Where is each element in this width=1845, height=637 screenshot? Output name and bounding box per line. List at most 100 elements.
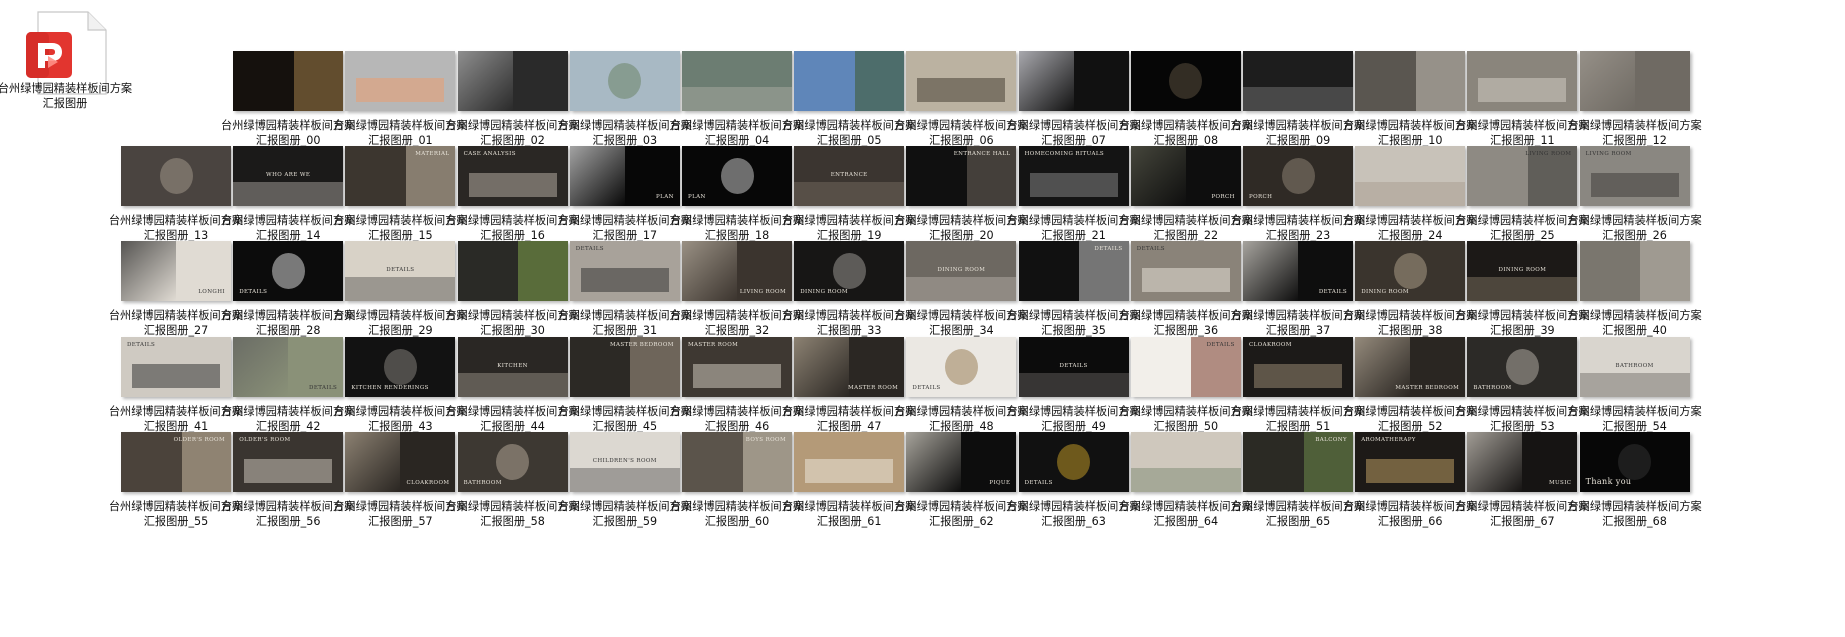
image-file-item[interactable]: Thank you 台州绿博园精装样板间方案汇报图册_68 [1567, 431, 1712, 544]
image-thumbnail [457, 51, 568, 111]
thumbnail-art [1018, 372, 1129, 397]
image-thumbnail: LIVING ROOM [1467, 146, 1578, 207]
thumbnail-caption: OLDER'S ROOM [173, 436, 225, 443]
thumbnail-art [1281, 158, 1315, 195]
image-thumbnail [569, 51, 680, 111]
image-thumbnail [1018, 51, 1129, 111]
image-thumbnail: DETAILS [233, 241, 344, 302]
thumbnail-art [580, 268, 669, 293]
thumbnail-caption: CHILDREN'S ROOM [592, 457, 657, 464]
thumbnail-caption: DINING ROOM [937, 267, 986, 274]
image-thumbnail [682, 51, 792, 111]
image-thumbnail: LONGHI [121, 241, 231, 302]
image-thumbnail [1355, 51, 1466, 111]
thumbnail-art [794, 182, 905, 207]
image-thumbnail: DINING ROOM [1355, 241, 1466, 302]
thumbnail-art [457, 51, 513, 111]
image-thumbnail: ENTRANCE HALL [906, 146, 1017, 207]
thumbnail-art [854, 51, 905, 111]
file-label: 台州绿博园精装样板间方案汇报图册_12 [1567, 119, 1702, 147]
thumbnail-art [1505, 348, 1539, 385]
thumbnail-caption: DETAILS [912, 384, 941, 391]
image-thumbnail: MASTER BEDROOM [1355, 336, 1466, 397]
image-thumbnail: OLDER'S ROOM [233, 431, 344, 492]
image-thumbnail: OLDER'S ROOM [121, 431, 231, 492]
thumbnail-art [271, 253, 305, 290]
image-thumbnail [1243, 51, 1353, 111]
file-label: 台州绿博园精装样板间方案汇报图册 [0, 82, 133, 110]
thumbnail-caption: OLDER'S ROOM [239, 436, 291, 443]
thumbnail-art [1590, 173, 1679, 198]
thumbnail-art [1169, 63, 1203, 99]
image-thumbnail [1355, 146, 1466, 207]
thumbnail-art [496, 443, 530, 480]
image-thumbnail [1130, 431, 1241, 492]
thumbnail-caption: WHO ARE WE [266, 172, 311, 179]
thumbnail-art [457, 372, 568, 397]
thumbnail-caption: CLOAKROOM [406, 479, 450, 486]
thumbnail-caption: DETAILS [1059, 362, 1088, 369]
thumbnail-art [1057, 443, 1091, 480]
thumbnail-caption: PIQUE [989, 479, 1011, 486]
image-thumbnail [457, 241, 568, 302]
thumbnail-caption: DETAILS [386, 267, 415, 274]
thumbnail-caption: DINING ROOM [1498, 267, 1547, 274]
image-thumbnail: AROMATHERAPY [1355, 431, 1466, 492]
thumbnail-art [518, 241, 568, 302]
file-label: 台州绿博园精装样板间方案汇报图册_26 [1567, 214, 1702, 243]
thumbnail-art [1243, 87, 1353, 111]
image-thumbnail: MATERIAL [345, 146, 456, 207]
image-thumbnail [794, 51, 905, 111]
thumbnail-caption: MASTER BEDROOM [609, 341, 674, 348]
thumbnail-art [159, 158, 193, 195]
thumbnail-art [132, 363, 220, 388]
thumbnail-caption: BATHROOM [1473, 384, 1512, 391]
thumbnail-caption: DETAILS [309, 384, 338, 391]
thumbnail-caption: ENTRANCE HALL [953, 151, 1011, 158]
image-thumbnail: HOMECOMING RITUALS [1018, 146, 1129, 207]
image-thumbnail: PORCH [1243, 146, 1353, 207]
thumbnail-caption: BOYS ROOM [745, 436, 786, 443]
image-thumbnail: WHO ARE WE [233, 146, 344, 207]
image-thumbnail: PORCH [1130, 146, 1241, 207]
thumbnail-caption: DETAILS [1094, 246, 1123, 253]
image-thumbnail: DETAILS [121, 336, 231, 397]
thumbnail-caption: LIVING ROOM [1525, 151, 1572, 158]
thumbnail-caption: MASTER BEDROOM [1395, 384, 1460, 391]
image-thumbnail: MASTER ROOM [794, 336, 905, 397]
thumbnail-caption: LIVING ROOM [1585, 151, 1632, 158]
thumbnail-art [794, 336, 850, 397]
image-thumbnail [345, 51, 456, 111]
thumbnail-art [1130, 146, 1186, 207]
image-thumbnail: ENTRANCE [794, 146, 905, 207]
pdf-file-item[interactable]: 台州绿博园精装样板间方案汇报图册 [0, 11, 142, 126]
thumbnail-caption: KITCHEN [497, 362, 528, 369]
image-thumbnail: DINING ROOM [794, 241, 905, 302]
thumbnail-caption: DETAILS [1206, 341, 1235, 348]
thumbnail-caption: PLAN [688, 194, 706, 201]
image-thumbnail: KITCHEN RENDERINGS [345, 336, 456, 397]
thumbnail-art [1618, 443, 1652, 480]
file-label: 台州绿博园精装样板间方案汇报图册_40 [1567, 309, 1702, 338]
thumbnail-art [1467, 431, 1523, 492]
thumbnail-caption: PLAN [656, 194, 674, 201]
image-thumbnail: PLAN [682, 146, 792, 207]
thumbnail-art [832, 253, 866, 290]
image-thumbnail: CASE ANALYSIS [457, 146, 568, 207]
thumbnail-art [1415, 51, 1466, 111]
thumbnail-art [468, 173, 557, 198]
image-thumbnail: DETAILS [1130, 241, 1241, 302]
thumbnail-caption: ENTRANCE [830, 172, 868, 179]
thumbnail-art [233, 336, 289, 397]
image-thumbnail: LIVING ROOM [1579, 146, 1690, 207]
thumbnail-art [1640, 241, 1690, 302]
image-thumbnail: DETAILS [233, 336, 344, 397]
thumbnail-art [1393, 253, 1427, 290]
thumbnail-caption: DETAILS [575, 246, 604, 253]
thumbnail-art [1579, 51, 1635, 111]
thumbnail-art [1254, 363, 1342, 388]
thumbnail-caption: Thank you [1585, 476, 1632, 486]
thumbnail-caption: LONGHI [198, 289, 225, 296]
thumbnail-art [805, 458, 894, 483]
thumbnail-caption: DETAILS [1318, 289, 1347, 296]
